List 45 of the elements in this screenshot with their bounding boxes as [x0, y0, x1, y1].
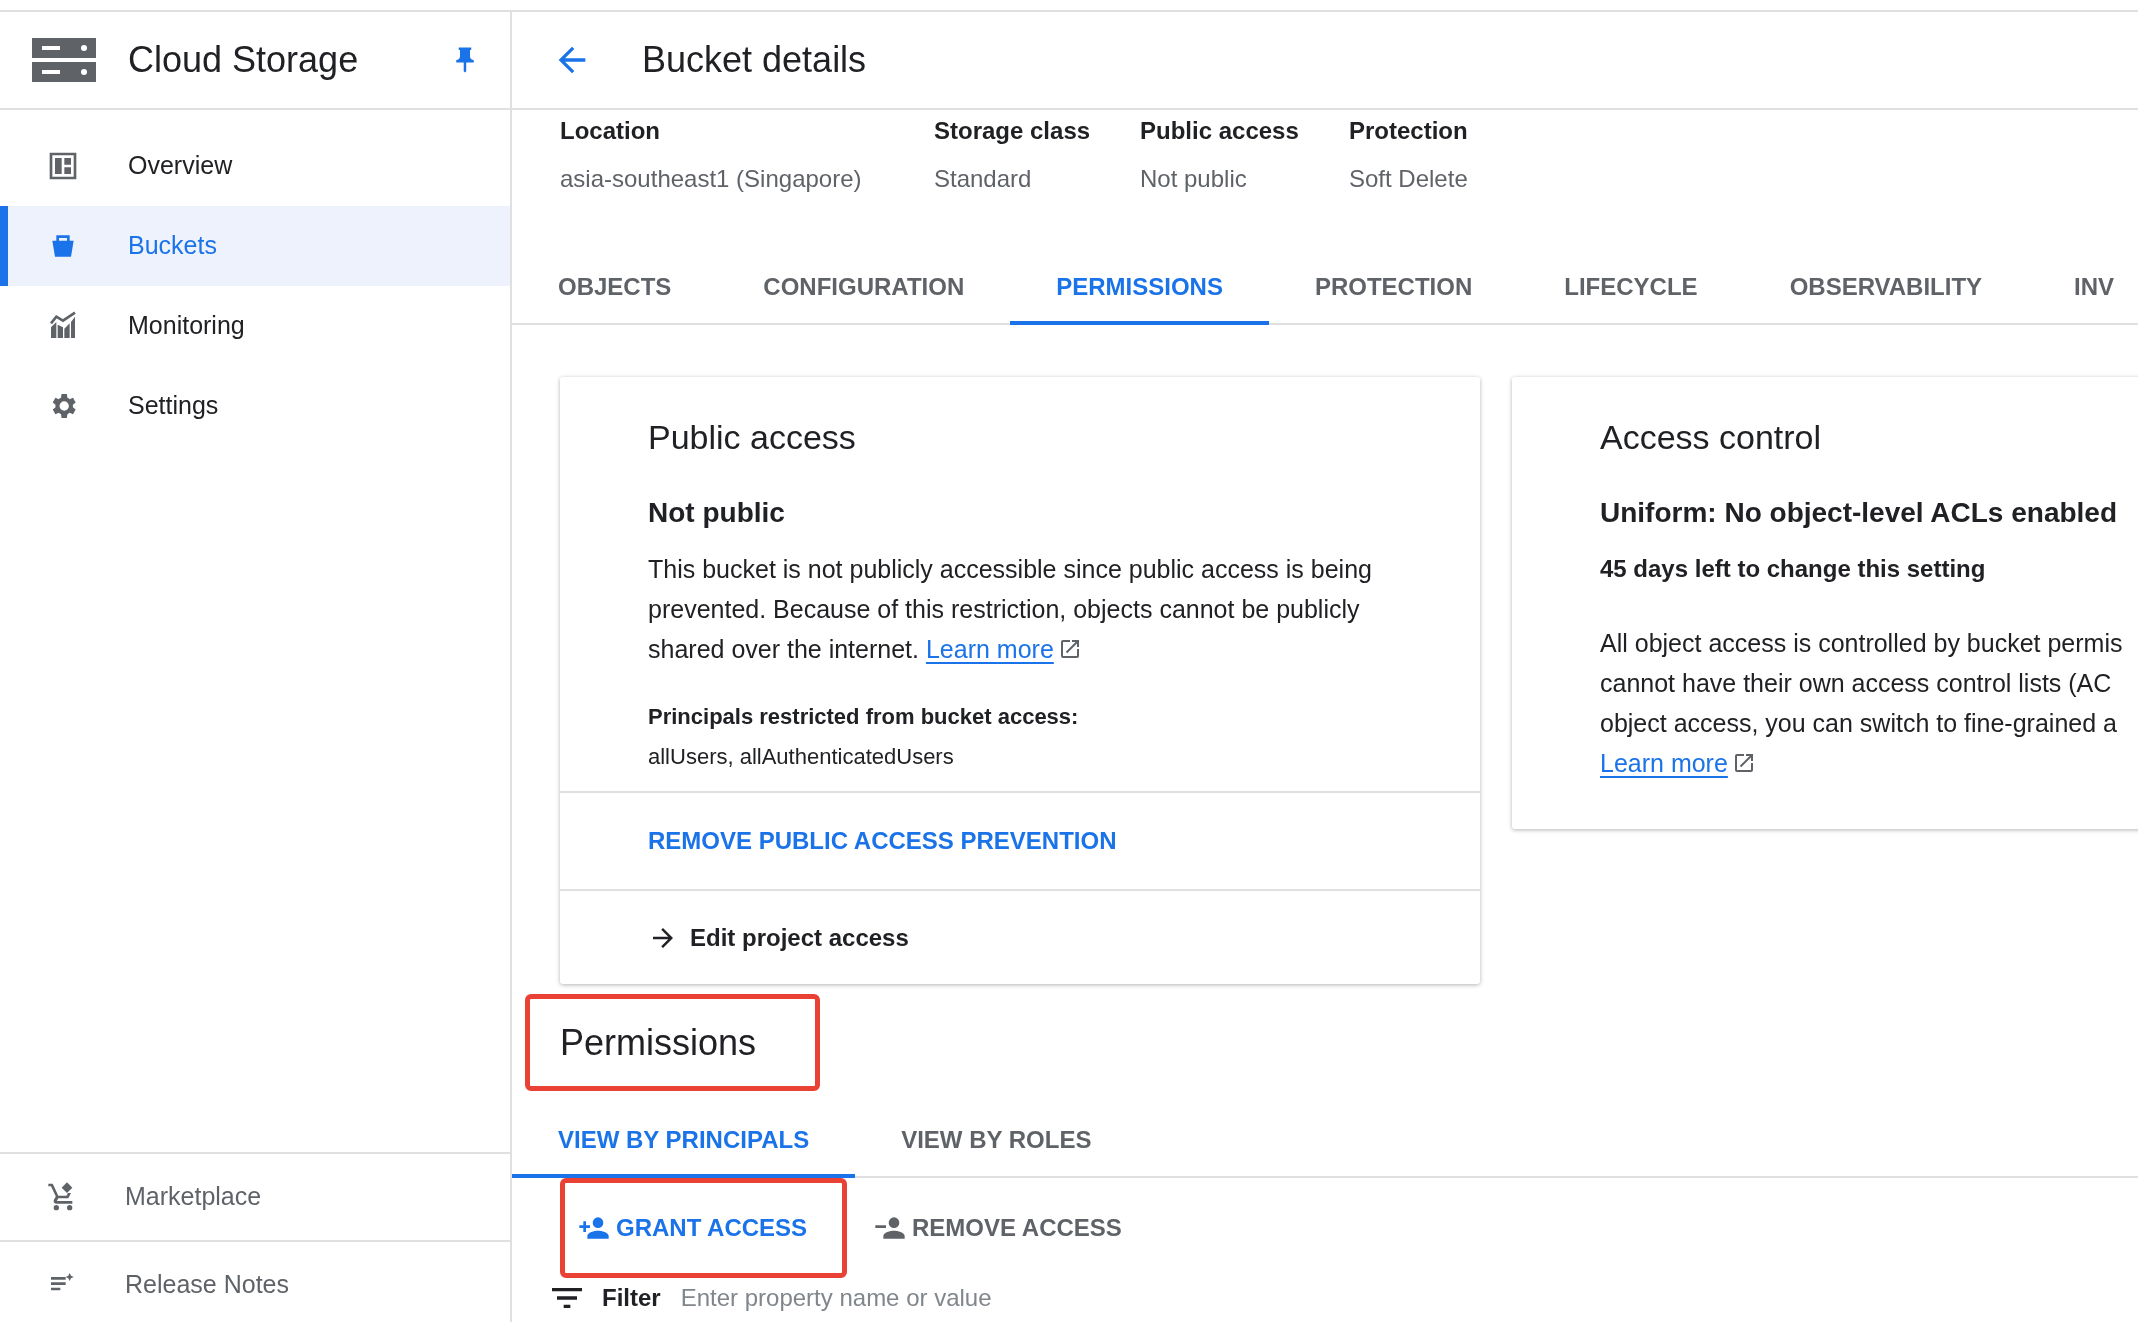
filter-label: Filter — [602, 1283, 661, 1313]
tab[interactable]: LIFECYCLE — [1518, 253, 1744, 325]
filter-icon — [552, 1288, 582, 1308]
field-value: Not public — [1140, 164, 1248, 194]
status-text: Not public — [648, 496, 786, 530]
field-label: Principals restricted from bucket access: — [648, 703, 1080, 731]
tab[interactable]: VIEW BY PRINCIPALS — [512, 1106, 856, 1178]
notice-text: 45 days left to change this setting — [1600, 554, 1987, 584]
remove-prevention-button[interactable]: REMOVE PUBLIC ACCESS PREVENTION — [648, 823, 1117, 859]
tab[interactable]: OBJECTS — [512, 253, 718, 325]
tab[interactable]: INV — [2028, 253, 2138, 325]
nav-item[interactable]: Release Notes — [0, 1240, 510, 1322]
grant-access-button[interactable]: GRANT ACCESS — [578, 1210, 808, 1246]
field-label: Location — [560, 116, 661, 146]
edit-access-link[interactable]: Edit project access — [648, 919, 909, 956]
learn-more-link[interactable]: Learn more — [1600, 743, 1728, 783]
field-label: Storage class — [934, 116, 1092, 146]
field-label: Public access — [1140, 116, 1300, 146]
status-text: Uniform: No object-level ACLs enabled — [1600, 496, 2119, 530]
card-title: Public access — [648, 417, 857, 457]
field-label: Protection — [1349, 116, 1469, 146]
nav-item[interactable]: Marketplace — [0, 1152, 510, 1240]
product-title: Cloud Storage — [128, 38, 360, 82]
field-value: Standard — [934, 164, 1033, 194]
field-value: asia-southeast1 (Singapore) — [560, 164, 863, 194]
description-text: This bucket is not publicly accessible since public access is being prevented. Because of this restriction, objects cannot be publicly shared over the internet. Learn more — [648, 549, 1430, 669]
tab[interactable]: PROTECTION — [1268, 253, 1519, 325]
tab[interactable]: CONFIGURATION — [717, 253, 1011, 325]
nav-item[interactable]: Monitoring — [0, 286, 510, 366]
field-value: allUsers, allAuthenticatedUsers — [648, 743, 955, 771]
filter-field[interactable]: Enter property name or value — [680, 1280, 1281, 1316]
nav-item[interactable]: Buckets — [0, 206, 510, 286]
dashboard-icon — [47, 150, 79, 182]
tab[interactable]: VIEW BY ROLES — [855, 1106, 1138, 1178]
storage-icon — [32, 38, 96, 82]
learn-more-link[interactable]: Learn more — [925, 629, 1054, 669]
field-value: Soft Delete — [1349, 164, 1469, 194]
card-title: Access control — [1600, 417, 1823, 457]
page-title: Bucket details — [642, 38, 867, 82]
tab[interactable]: PERMISSIONS — [1010, 253, 1269, 325]
tab[interactable]: OBSERVABILITY — [1743, 253, 2029, 325]
nav-item[interactable]: Overview — [0, 126, 510, 206]
nav-item[interactable]: Settings — [0, 366, 510, 446]
section-title: Permissions — [560, 1020, 757, 1065]
description-text: All object access is controlled by bucket permis cannot have their own access control lists (AC object access, you can switch to fine-grained a Learn more — [1600, 623, 2138, 783]
